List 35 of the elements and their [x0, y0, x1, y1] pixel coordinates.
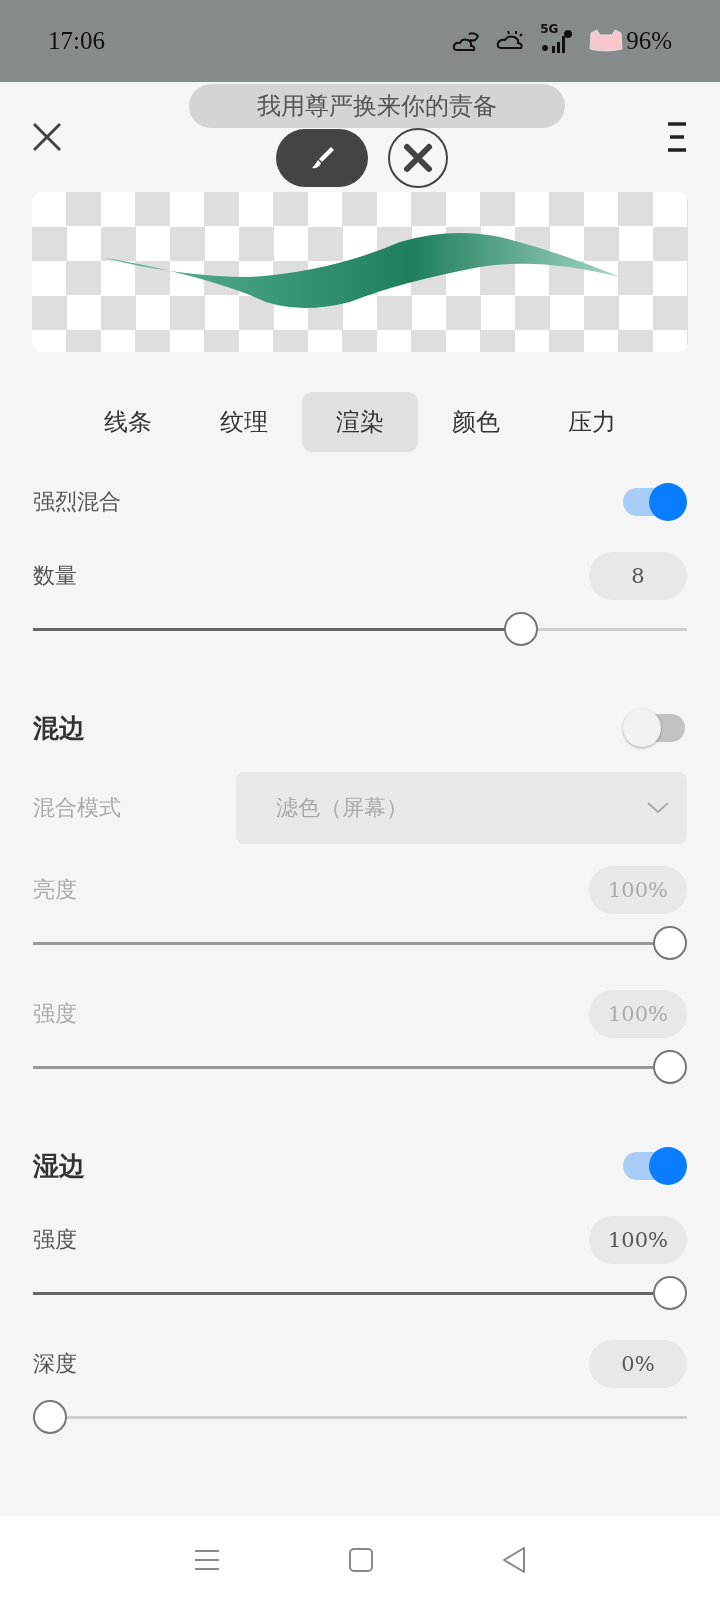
- tab[interactable]: 渲染: [302, 392, 418, 452]
- section-title: 湿边: [33, 1149, 85, 1183]
- cross-icon: [401, 141, 435, 175]
- section-title: 混边: [33, 711, 85, 745]
- tab[interactable]: 压力: [534, 392, 650, 452]
- home-icon[interactable]: [349, 1548, 373, 1572]
- toggle-switch[interactable]: [623, 482, 687, 522]
- toast: 我用尊严换来你的责备: [189, 84, 565, 128]
- slider-thumb[interactable]: [504, 612, 539, 646]
- toggle-switch[interactable]: [623, 708, 687, 748]
- close-icon[interactable]: [32, 122, 62, 152]
- menu-icon[interactable]: [666, 121, 688, 153]
- setting-label: 强度: [33, 1226, 77, 1254]
- setting-label: 混合模式: [33, 794, 121, 822]
- setting-label: 深度: [33, 1350, 77, 1378]
- value-field[interactable]: 100%: [589, 1216, 687, 1264]
- tab[interactable]: 线条: [70, 392, 186, 452]
- brush-tool-button[interactable]: [276, 129, 368, 187]
- setting-label: 亮度: [33, 876, 77, 904]
- setting-label: 数量: [33, 562, 77, 590]
- back-icon[interactable]: [501, 1547, 526, 1573]
- tab[interactable]: 颜色: [418, 392, 534, 452]
- battery-level: 96%: [626, 27, 672, 55]
- slider-thumb[interactable]: [33, 1400, 67, 1434]
- battery-icon: [588, 29, 625, 53]
- status-time: 17:06: [48, 27, 105, 55]
- network-type: 5G: [540, 22, 559, 36]
- slider-thumb[interactable]: [653, 1276, 687, 1310]
- value-field[interactable]: 0%: [589, 1340, 687, 1388]
- chevron-down-icon: [647, 802, 669, 814]
- tab[interactable]: 纹理: [186, 392, 302, 452]
- setting-label: 强烈混合: [33, 488, 121, 516]
- toggle-switch[interactable]: [623, 1146, 687, 1186]
- value-field[interactable]: 8: [589, 552, 687, 600]
- setting-label: 强度: [33, 1000, 77, 1028]
